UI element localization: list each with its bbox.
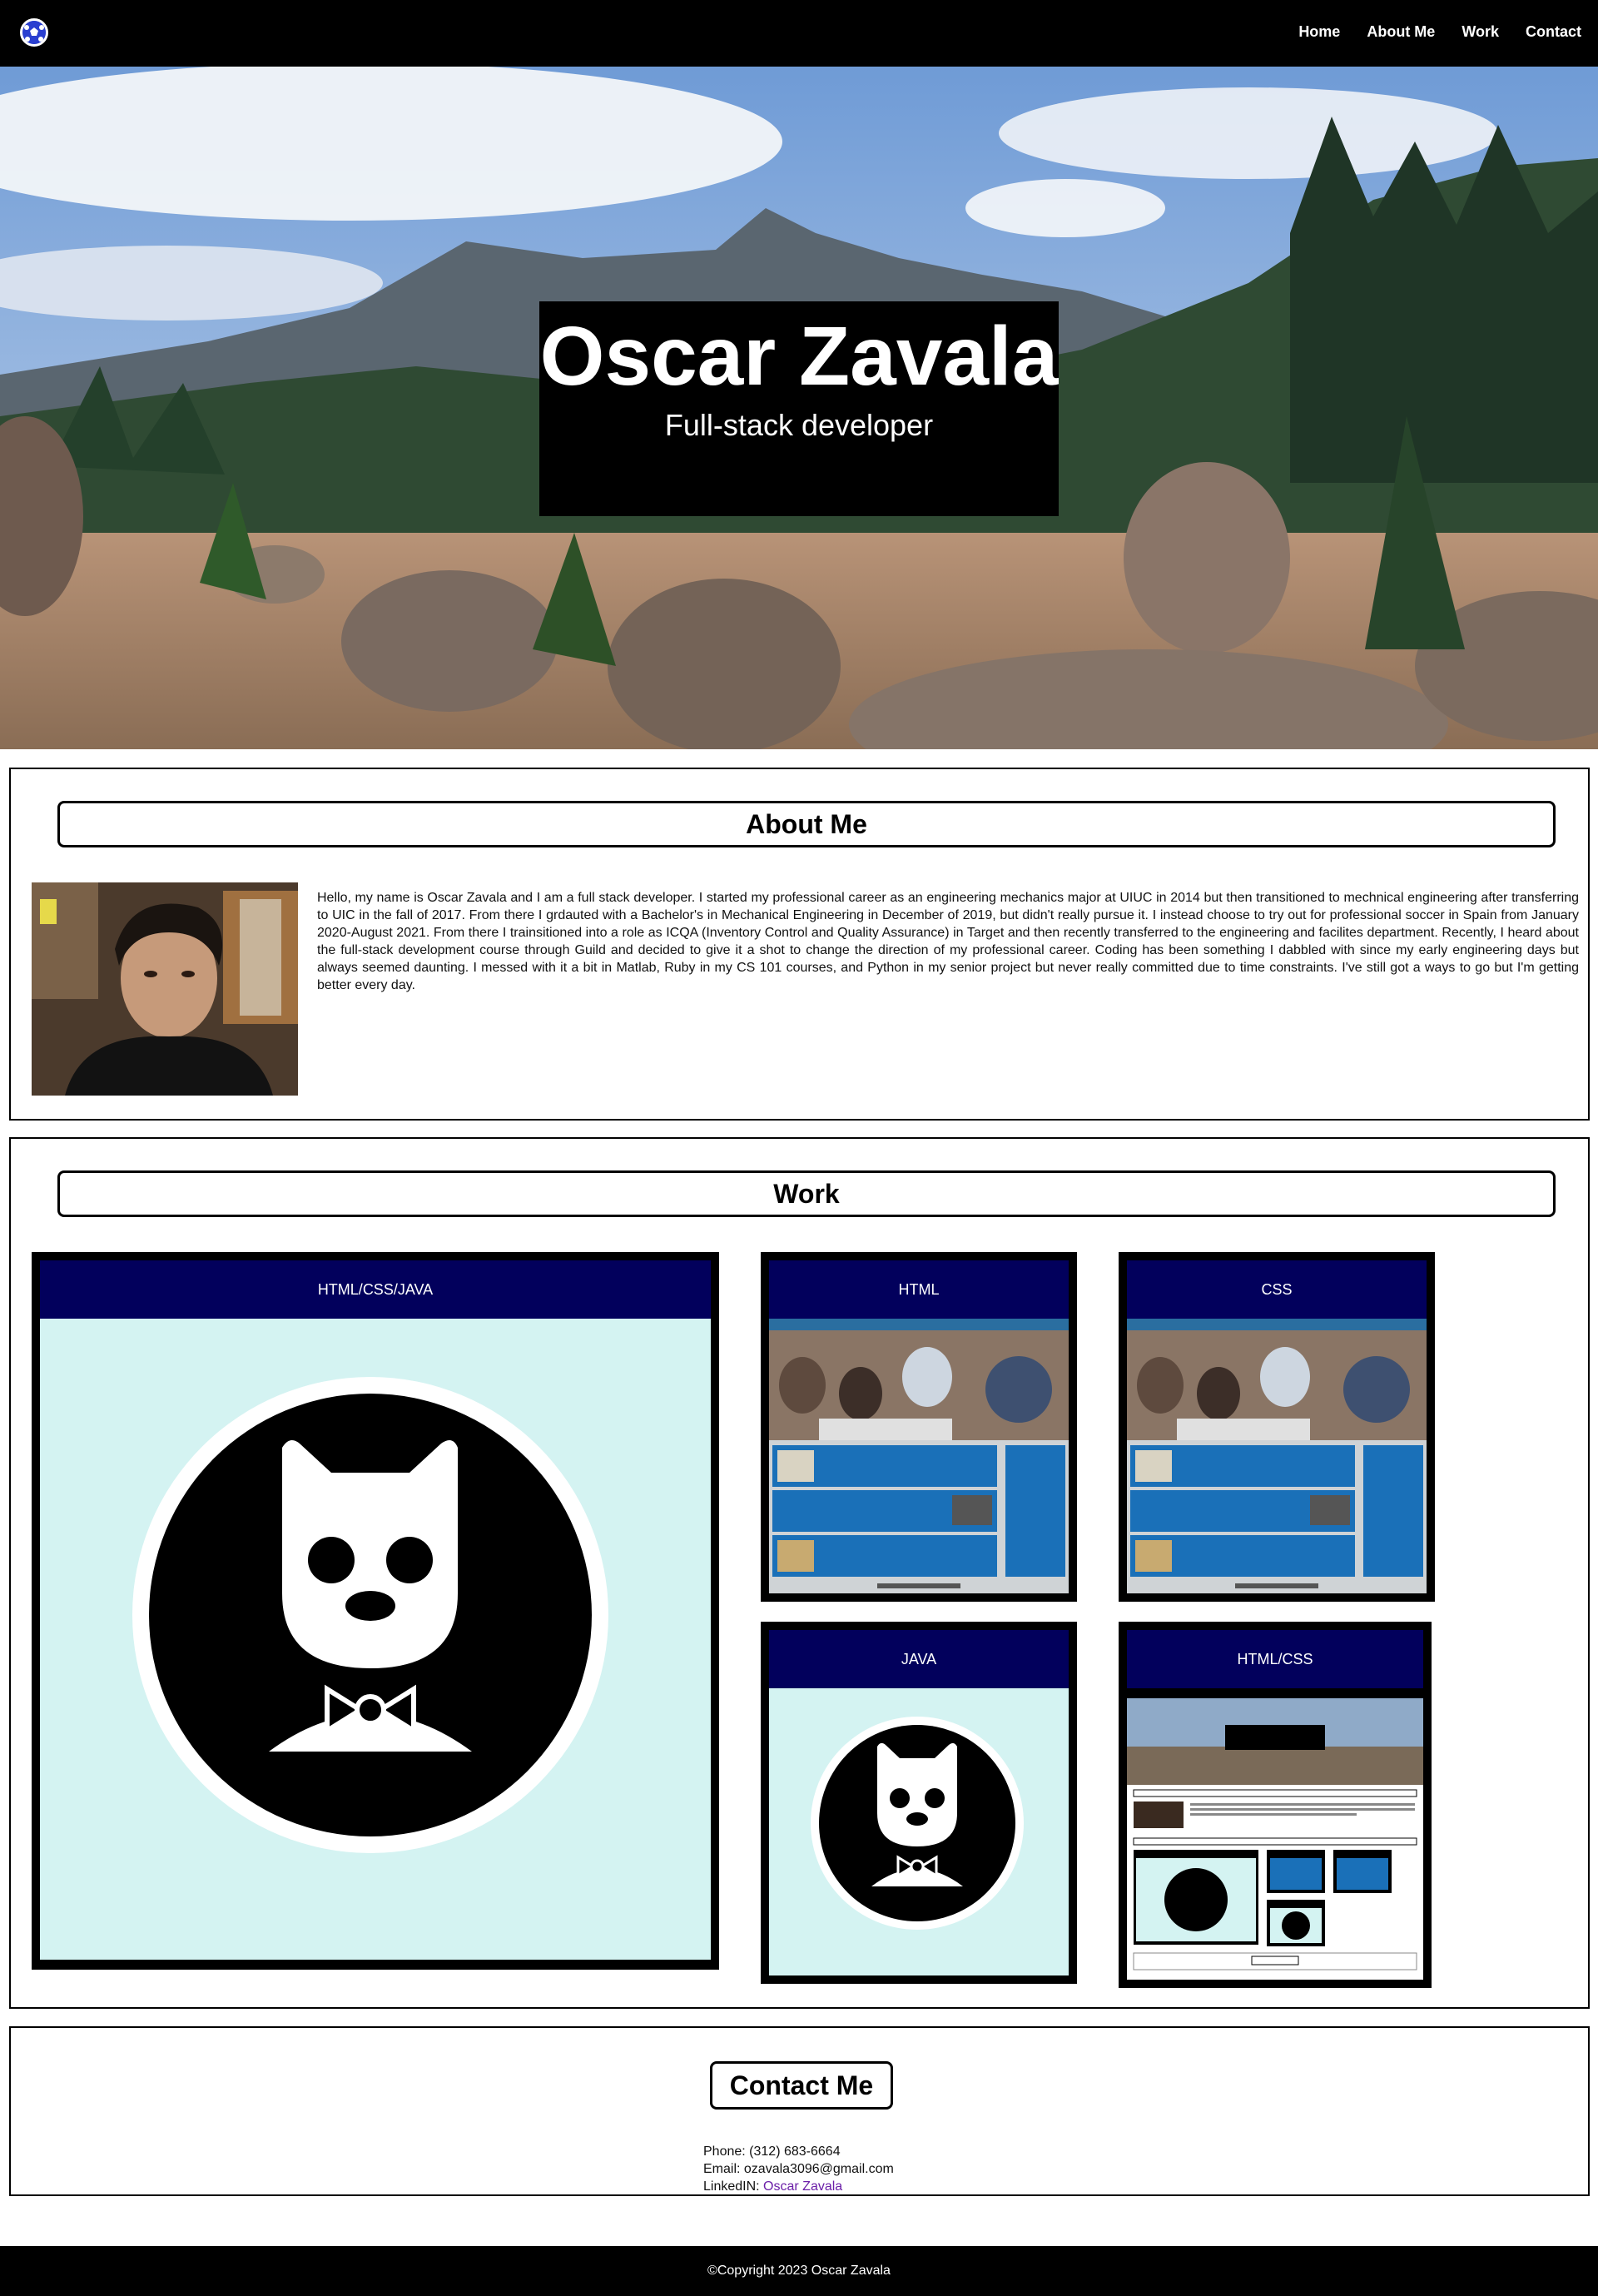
soccer-ball-icon[interactable]	[20, 18, 48, 47]
hero-banner: Oscar Zavala Full-stack developer	[0, 67, 1598, 749]
work-card-html-css-java[interactable]: HTML/CSS/JAVA	[32, 1252, 719, 1970]
nav-link-home[interactable]: Home	[1298, 23, 1340, 41]
contact-info: Phone: (312) 683-6664 Email: ozavala3096…	[703, 2143, 894, 2195]
top-nav: Home About Me Work Contact	[0, 0, 1598, 67]
copyright-text: ©Copyright 2023 Oscar Zavala	[707, 2264, 891, 2278]
work-card-css[interactable]: CSS	[1119, 1252, 1435, 1602]
card-label: JAVA	[769, 1630, 1069, 1688]
card-preview	[1127, 1688, 1423, 1980]
profile-photo	[32, 882, 298, 1096]
work-section: Work HTML/CSS/JAVA HTML CSS JAVA HTML/CS…	[9, 1137, 1590, 2009]
about-title: About Me	[57, 801, 1556, 847]
card-label: CSS	[1127, 1260, 1427, 1319]
work-card-java[interactable]: JAVA	[761, 1622, 1077, 1984]
contact-title: Contact Me	[710, 2061, 893, 2110]
contact-section: Contact Me Phone: (312) 683-6664 Email: …	[9, 2026, 1590, 2196]
hero-name: Oscar Zavala	[539, 310, 1059, 403]
nav-links: Home About Me Work Contact	[1298, 23, 1581, 41]
cat-logo-icon	[132, 1377, 608, 1853]
card-preview	[40, 1319, 711, 1960]
horiseon-site-screenshot	[1127, 1319, 1427, 1588]
nav-link-contact[interactable]: Contact	[1526, 23, 1581, 41]
about-paragraph: Hello, my name is Oscar Zavala and I am …	[317, 891, 1579, 992]
email-label: Email:	[703, 2162, 741, 2176]
card-preview	[769, 1319, 1069, 1593]
work-card-html-css[interactable]: HTML/CSS	[1119, 1622, 1432, 1988]
work-card-html[interactable]: HTML	[761, 1252, 1077, 1602]
hero-role: Full-stack developer	[664, 408, 934, 442]
phone-line: Phone: (312) 683-6664	[703, 2143, 894, 2160]
about-section: About Me Hello, my name is Oscar Zavala …	[9, 768, 1590, 1121]
work-title: Work	[57, 1170, 1556, 1217]
card-label: HTML	[769, 1260, 1069, 1319]
portfolio-site-screenshot	[1127, 1688, 1423, 1980]
email-line: Email: ozavala3096@gmail.com	[703, 2160, 894, 2178]
card-preview	[769, 1688, 1069, 1975]
footer: ©Copyright 2023 Oscar Zavala	[0, 2246, 1598, 2296]
nav-link-work[interactable]: Work	[1462, 23, 1499, 41]
card-label: HTML/CSS/JAVA	[40, 1260, 711, 1319]
horiseon-site-screenshot	[769, 1319, 1069, 1588]
card-label: HTML/CSS	[1127, 1630, 1423, 1688]
linkedin-line: LinkedIN: Oscar Zavala	[703, 2178, 894, 2195]
hero-title-box: Oscar Zavala Full-stack developer	[539, 301, 1059, 516]
phone-label: Phone:	[703, 2144, 746, 2159]
email-value: ozavala3096@gmail.com	[743, 2162, 894, 2176]
linkedin-link[interactable]: Oscar Zavala	[763, 2179, 842, 2194]
linkedin-label: LinkedIN:	[703, 2179, 760, 2194]
cat-logo-icon	[811, 1717, 1024, 1930]
nav-link-about[interactable]: About Me	[1367, 23, 1435, 41]
phone-value: (312) 683-6664	[749, 2144, 841, 2159]
card-preview	[1127, 1319, 1427, 1593]
